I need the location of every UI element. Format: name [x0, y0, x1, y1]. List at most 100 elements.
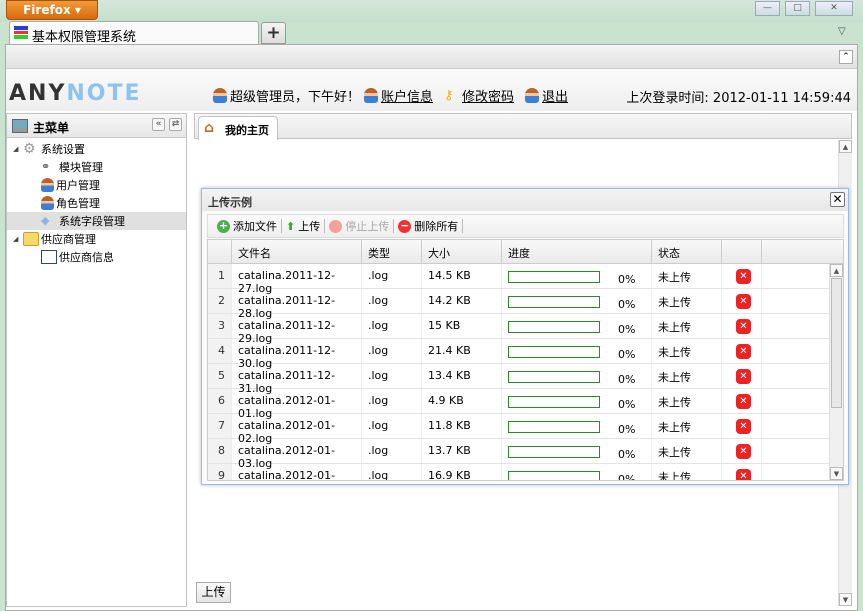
progress-text: 0%	[618, 323, 636, 336]
sidebar-item-users[interactable]: 用户管理	[7, 176, 186, 194]
progress-cell: 0%	[502, 264, 652, 288]
col-filename[interactable]: 文件名	[232, 240, 362, 263]
row-number: 9	[208, 464, 232, 480]
delete-file-icon[interactable]: ✕	[736, 444, 751, 459]
grid-header: 文件名 类型 大小 进度 状态	[208, 240, 843, 264]
folder-icon	[23, 232, 39, 246]
logo: ANYNOTE	[9, 81, 142, 106]
link-icon: ⚭	[41, 160, 51, 173]
remove-icon: −	[398, 218, 412, 233]
delete-file-icon[interactable]: ✕	[736, 344, 751, 359]
delete-file-icon[interactable]: ✕	[736, 269, 751, 284]
sidebar-item-system-fields[interactable]: ◆ 系统字段管理	[7, 212, 186, 230]
progress-text: 0%	[618, 448, 636, 461]
delete-file-icon[interactable]: ✕	[736, 394, 751, 409]
top-bar: ⌃	[6, 45, 857, 69]
row-number: 2	[208, 289, 232, 313]
logout-user-icon	[525, 88, 539, 103]
grid-scrollbar[interactable]: ▲ ▼	[829, 264, 843, 480]
delete-file-icon[interactable]: ✕	[736, 319, 751, 334]
browser-tab[interactable]: 基本权限管理系统	[9, 21, 259, 45]
last-login-time: 上次登录时间: 2012-01-11 14:59:44	[626, 91, 851, 106]
close-window-button[interactable]: ✕	[815, 1, 853, 16]
file-type: .log	[362, 289, 422, 313]
sidebar-header: 主菜单 « ⇄	[7, 114, 186, 138]
delete-all-button[interactable]: − 删除所有	[394, 218, 462, 234]
progress-cell: 0%	[502, 289, 652, 313]
key-icon: ⚷	[444, 87, 454, 103]
gear-icon: ⚙	[23, 141, 36, 157]
expand-arrow-icon[interactable]: ◢	[13, 235, 23, 243]
sidebar-item-supplier-info[interactable]: 供应商信息	[7, 248, 186, 266]
dialog-close-button[interactable]: ✕	[830, 192, 845, 207]
col-status[interactable]: 状态	[652, 240, 722, 263]
collapse-header-button[interactable]: ⌃	[839, 50, 853, 64]
arrow-up-icon: ⬆	[286, 219, 296, 233]
grid-scroll-thumb[interactable]	[831, 278, 842, 408]
tab-home[interactable]: ⌂ 我的主页	[198, 116, 278, 140]
upload-submit-button[interactable]: 上传	[196, 582, 231, 603]
upload-button[interactable]: ⬆ 上传	[282, 218, 324, 234]
table-row[interactable]: 3 catalina.2011-12-29.log .log 15 KB 0% …	[208, 314, 843, 345]
file-size: 16.9 KB	[422, 464, 502, 480]
table-row[interactable]: 7 catalina.2012-01-02.log .log 11.8 KB 0…	[208, 414, 843, 445]
progress-cell: 0%	[502, 464, 652, 480]
table-row[interactable]: 6 catalina.2012-01-01.log .log 4.9 KB 0%…	[208, 389, 843, 420]
refresh-sidebar-button[interactable]: ⇄	[169, 118, 182, 131]
file-size: 13.4 KB	[422, 364, 502, 388]
table-row[interactable]: 9 catalina.2012-01-04.log .log 16.9 KB 0…	[208, 464, 843, 480]
scroll-up-button[interactable]: ▲	[839, 140, 852, 153]
scroll-down-button[interactable]: ▼	[839, 593, 852, 606]
change-password-link[interactable]: ⚷ 修改密码	[444, 86, 514, 105]
progress-bar	[508, 371, 600, 383]
progress-text: 0%	[618, 423, 636, 436]
maximize-button[interactable]: □	[785, 1, 810, 16]
account-info-link[interactable]: 账户信息	[364, 86, 433, 105]
col-size[interactable]: 大小	[422, 240, 502, 263]
expand-arrow-icon[interactable]: ◢	[13, 145, 23, 153]
progress-text: 0%	[618, 273, 636, 286]
file-size: 13.7 KB	[422, 439, 502, 463]
site-favicon-icon	[14, 26, 28, 39]
sidebar-item-roles[interactable]: 角色管理	[7, 194, 186, 212]
firefox-menu-button[interactable]: Firefox ▾	[6, 0, 98, 20]
table-row[interactable]: 4 catalina.2011-12-30.log .log 21.4 KB 0…	[208, 339, 843, 370]
table-row[interactable]: 5 catalina.2011-12-31.log .log 13.4 KB 0…	[208, 364, 843, 395]
grid-scroll-up[interactable]: ▲	[830, 264, 843, 277]
add-icon: +	[217, 218, 230, 233]
main-tabs: ⌂ 我的主页	[194, 113, 852, 140]
tab-list-icon[interactable]: ▽	[838, 26, 846, 37]
sidebar-item-modules[interactable]: ⚭ 模块管理	[7, 158, 186, 176]
logout-link[interactable]: 退出	[525, 86, 568, 105]
add-file-button[interactable]: + 添加文件	[213, 218, 281, 234]
users-icon	[41, 196, 54, 210]
delete-file-icon[interactable]: ✕	[736, 419, 751, 434]
table-row[interactable]: 2 catalina.2011-12-28.log .log 14.2 KB 0…	[208, 289, 843, 320]
file-type: .log	[362, 439, 422, 463]
form-icon	[41, 250, 57, 264]
col-progress[interactable]: 进度	[502, 240, 652, 263]
new-tab-button[interactable]: +	[261, 22, 286, 44]
file-name: catalina.2011-12-30.log	[232, 339, 362, 370]
table-row[interactable]: 1 catalina.2011-12-27.log .log 14.5 KB 0…	[208, 264, 843, 295]
col-type[interactable]: 类型	[362, 240, 422, 263]
file-name: catalina.2012-01-02.log	[232, 414, 362, 445]
row-number: 8	[208, 439, 232, 463]
delete-file-icon[interactable]: ✕	[736, 469, 751, 480]
tree-group-system-settings[interactable]: ◢ ⚙ 系统设置	[7, 140, 186, 158]
user-icon	[41, 178, 54, 192]
tree-group-suppliers[interactable]: ◢ 供应商管理	[7, 230, 186, 248]
file-type: .log	[362, 314, 422, 338]
page-viewport: ⌃ ANYNOTE 超级管理员，下午好！ 账户信息 ⚷ 修改密码 退出 上次登录时…	[5, 44, 858, 611]
progress-cell: 0%	[502, 339, 652, 363]
stop-upload-button[interactable]: 停止上传	[325, 218, 393, 234]
grid-scroll-down[interactable]: ▼	[830, 467, 843, 480]
minimize-button[interactable]: —	[755, 1, 780, 16]
row-number: 4	[208, 339, 232, 363]
delete-file-icon[interactable]: ✕	[736, 294, 751, 309]
row-number: 1	[208, 264, 232, 288]
collapse-sidebar-button[interactable]: «	[152, 118, 165, 131]
table-row[interactable]: 8 catalina.2012-01-03.log .log 13.7 KB 0…	[208, 439, 843, 470]
file-status: 未上传	[652, 264, 722, 288]
delete-file-icon[interactable]: ✕	[736, 369, 751, 384]
